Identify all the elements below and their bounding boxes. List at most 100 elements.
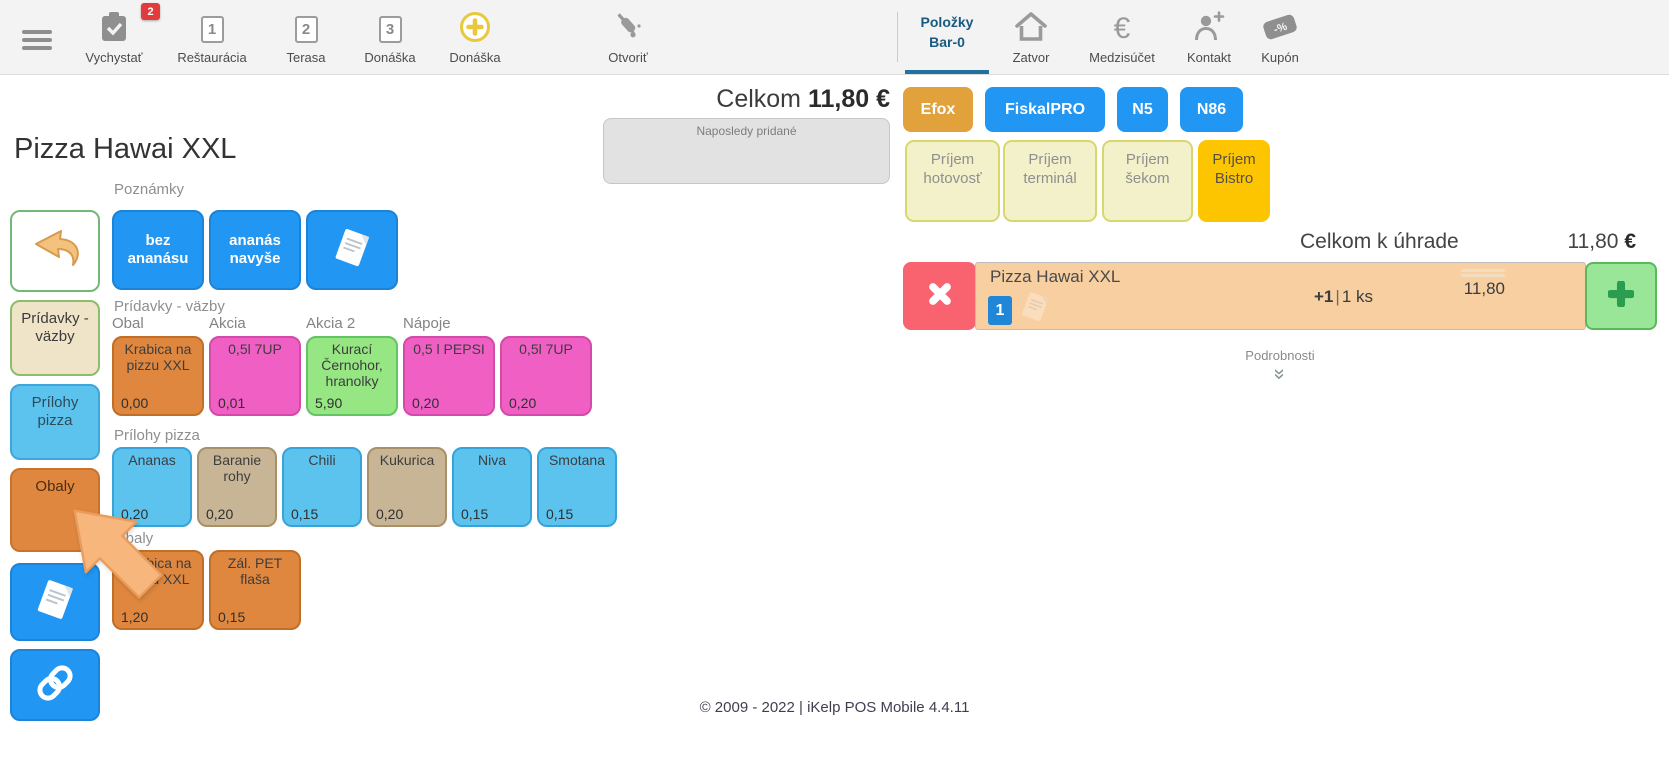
printer-label: Efox [921,101,956,119]
group-header-akcia: Akcia [209,315,246,332]
product-name: 0,5 l PEPSI [413,341,485,357]
note-preset-label: bez ananásu [114,232,202,268]
payment-button-hotovost[interactable]: Príjem hotovosť [905,140,1000,222]
note-preset-button[interactable]: bez ananásu [112,210,204,290]
amount-due-value: 11,80 € [1567,230,1636,254]
tab-line2: Bar-0 [905,32,989,52]
tab-line1: Položky [905,12,989,32]
product-button[interactable]: Krabica na pizzu XXL 0,00 [112,336,204,416]
bottle-pour-icon [610,9,646,50]
euro-icon: € [1114,12,1131,46]
product-button[interactable]: Baranie rohy 0,20 [197,447,277,527]
product-price: 0,15 [291,506,318,522]
product-button[interactable]: Zál. PET flaša 0,15 [209,550,301,630]
toolbar-label: Terasa [277,50,335,65]
toolbar-button-kontakt[interactable]: Kontakt [1176,10,1242,65]
product-price: 0,20 [509,395,536,411]
cart-item-quantity: +1|1 ks [1314,287,1373,307]
product-button[interactable]: Niva 0,15 [452,447,532,527]
drag-handle-icon[interactable] [1443,269,1505,277]
product-price: 0,01 [218,395,245,411]
product-button[interactable]: Krabica na pizzu XXL 1,20 [112,550,204,630]
payment-label: Príjem šekom [1125,151,1169,187]
group-header-akcia2: Akcia 2 [306,315,355,332]
payment-button-bistro[interactable]: Príjem Bistro [1198,140,1270,222]
product-name: Baranie rohy [213,452,261,484]
cart-item-count-badge: 1 [988,296,1012,325]
toolbar-button-vychystat[interactable]: 2 Vychystať [72,10,156,65]
payment-label: Príjem hotovosť [923,151,981,187]
payment-button-sekom[interactable]: Príjem šekom [1102,140,1193,222]
product-button[interactable]: 0,5 l PEPSI 0,20 [403,336,495,416]
toolbar-button-medzisucet[interactable]: € Medzisúčet [1078,10,1166,65]
sidebar-item-prilohy-pizza[interactable]: Prílohy pizza [10,384,100,460]
toolbar-button-kupon[interactable]: -% Kupón [1250,10,1310,65]
details-label: Podrobnosti [1155,348,1405,363]
payment-button-terminal[interactable]: Príjem terminál [1003,140,1097,222]
close-icon [927,281,953,312]
product-price: 0,20 [121,506,148,522]
product-price: 5,90 [315,395,342,411]
printer-button-fiskalpro[interactable]: FiskalPRO [985,87,1105,132]
toolbar-button-zatvor[interactable]: Zatvor [1002,10,1060,65]
product-price: 0,00 [121,395,148,411]
product-price: 0,20 [376,506,403,522]
add-quantity-button[interactable] [1585,262,1657,330]
active-tab-underline [905,70,989,74]
sidebar-item-obaly[interactable]: Obaly [10,468,100,552]
note-preset-button[interactable]: ananás navyše [209,210,301,290]
plus-icon [1608,281,1634,312]
section-label-prilohy: Prílohy pizza [114,427,200,444]
product-button[interactable]: Kurací Černohor, hranolky 5,90 [306,336,398,416]
product-button[interactable]: 0,5l 7UP 0,20 [500,336,592,416]
order-total-label: Celkom [716,85,801,113]
sidebar-item-pridavky-vazby[interactable]: Prídavky - väzby [10,300,100,376]
printer-button-n5[interactable]: N5 [1117,87,1168,132]
custom-note-button[interactable] [306,210,398,290]
product-button[interactable]: Ananas 0,20 [112,447,192,527]
product-price: 1,20 [121,609,148,625]
sidebar-note-button[interactable] [10,563,100,641]
product-price: 0,15 [546,506,573,522]
last-added-label: Naposledy pridané [696,124,796,138]
toolbar-label: Otvoriť [596,50,660,65]
room-3-icon: 3 [379,16,402,43]
product-button[interactable]: Kukurica 0,20 [367,447,447,527]
toolbar-button-otvorit[interactable]: Otvoriť [596,10,660,65]
back-arrow-icon [26,226,84,277]
tab-polozky-bar0[interactable]: Položky Bar-0 [905,12,989,52]
amount-due: Celkom k úhrade 11,80 € [1300,230,1636,254]
product-button[interactable]: Chili 0,15 [282,447,362,527]
last-added-box: Naposledy pridané [603,118,890,184]
printer-label: N5 [1132,101,1152,119]
cart-row: Pizza Hawai XXL 1 +1|1 ks 11,80 [903,262,1657,330]
room-1-icon: 1 [201,16,224,43]
printer-button-efox[interactable]: Efox [903,87,973,132]
order-total-value: 11,80 € [808,85,890,113]
delete-item-button[interactable] [903,262,976,330]
toolbar-button-terasa[interactable]: 2 Terasa [277,10,335,65]
note-preset-label: ananás navyše [211,232,299,268]
toolbar-divider [897,12,898,62]
menu-icon[interactable] [22,26,52,54]
product-name: Kurací Černohor, hranolky [321,341,382,389]
footer-copyright: © 2009 - 2022 | iKelp POS Mobile 4.4.11 [0,699,1669,716]
room-2-icon: 2 [295,16,318,43]
section-label-poznamky: Poznámky [114,181,184,198]
group-header-obal: Obal [112,315,144,332]
back-button[interactable] [10,210,100,292]
toolbar-button-donaska-new[interactable]: Donáška [437,10,513,65]
product-button[interactable]: 0,5l 7UP 0,01 [209,336,301,416]
product-button[interactable]: Smotana 0,15 [537,447,617,527]
product-price: 0,15 [461,506,488,522]
currency-symbol: € [1624,230,1636,253]
details-toggle[interactable]: Podrobnosti » [1155,348,1405,385]
toolbar-button-donaska[interactable]: 3 Donáška [352,10,428,65]
printer-button-n86[interactable]: N86 [1180,87,1243,132]
toolbar-button-restauracia[interactable]: 1 Reštaurácia [170,10,254,65]
order-total: Celkom 11,80 € [560,85,890,114]
cart-item[interactable]: Pizza Hawai XXL 1 +1|1 ks 11,80 [975,262,1586,330]
plus-circle-icon [458,10,492,49]
section-label-obaly: Obaly [114,530,153,547]
toolbar-label: Zatvor [1002,50,1060,65]
